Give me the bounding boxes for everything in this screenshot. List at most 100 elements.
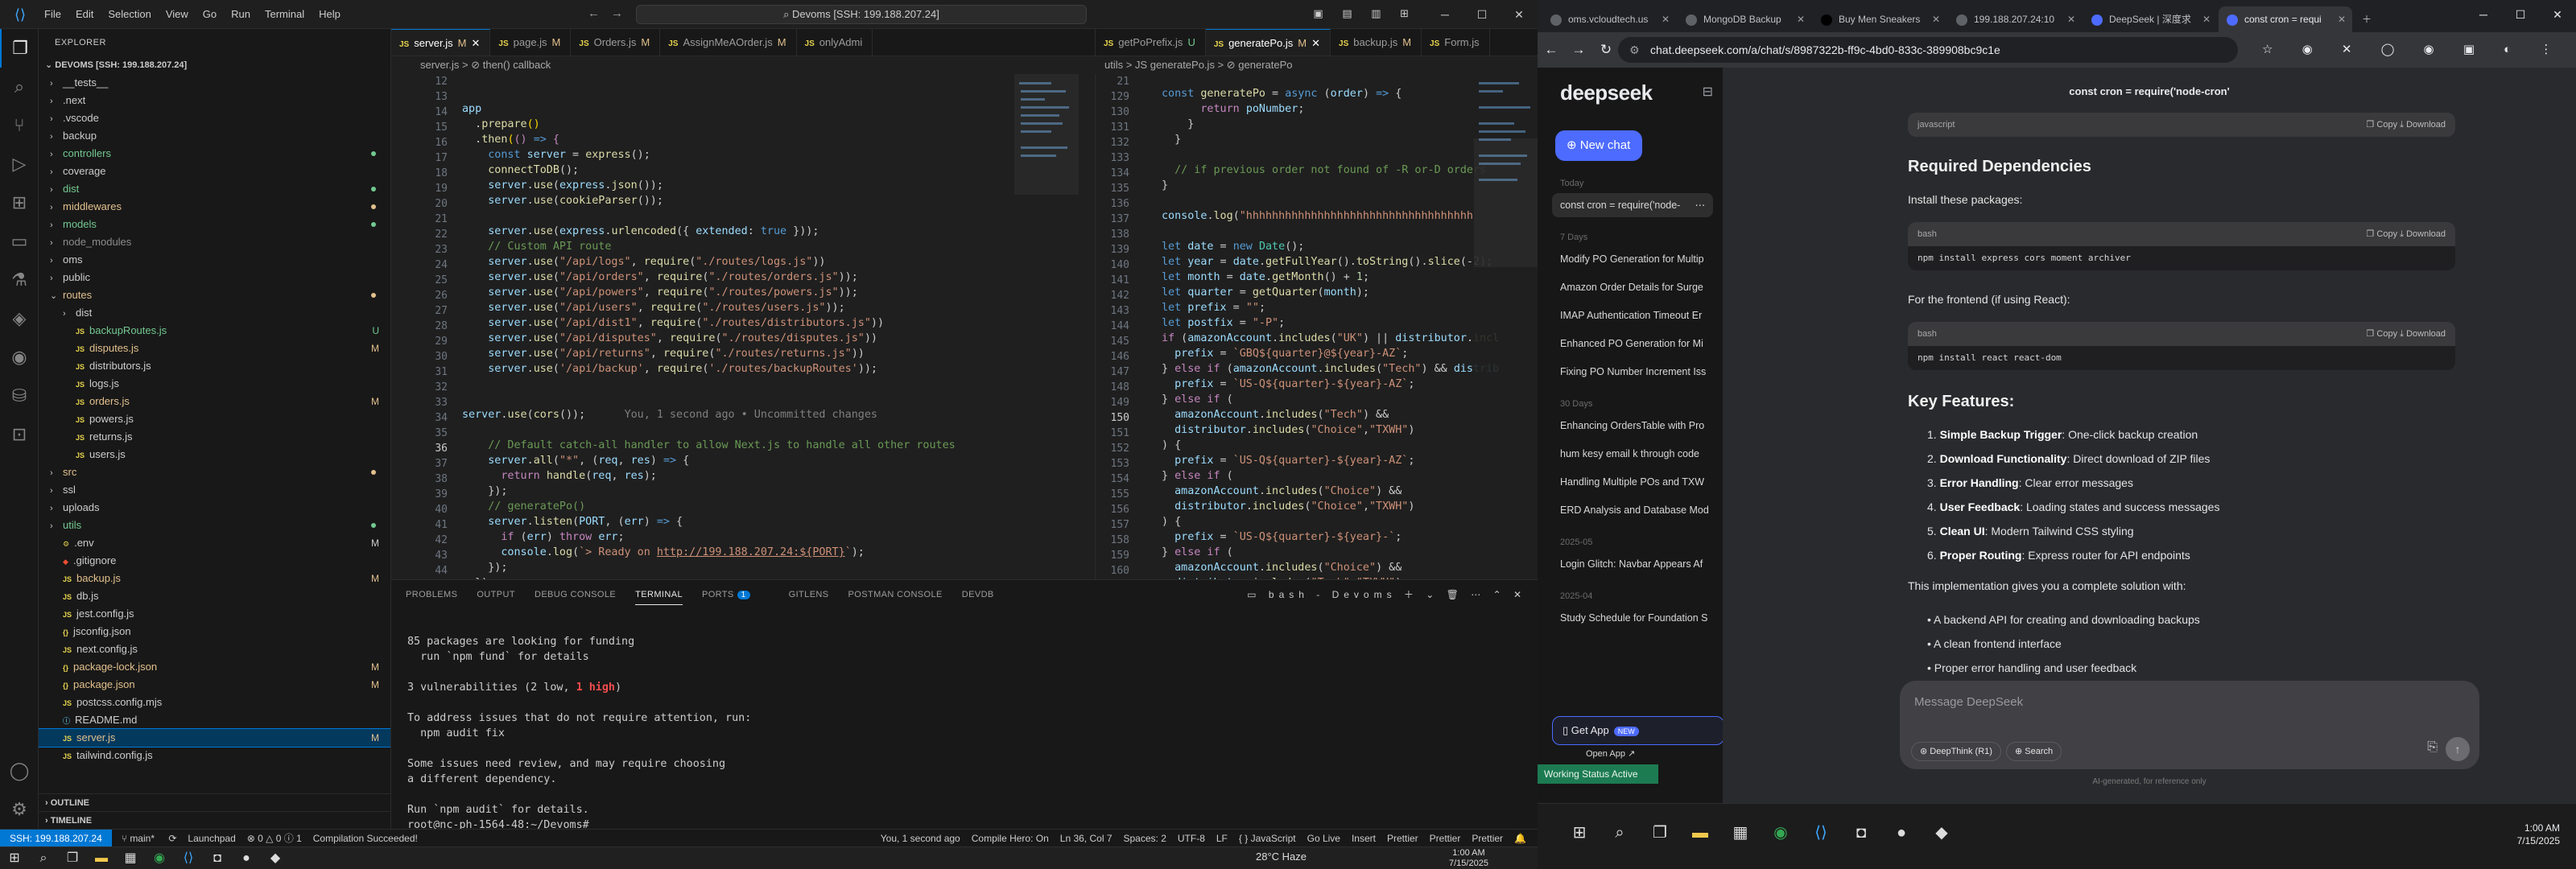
command-center[interactable]: ⌕ Devoms [SSH: 199.188.207.24] [636,5,1087,24]
code-actions[interactable]: ❐ Copy ⤓ Download [2366,222,2446,246]
branch-indicator[interactable]: ⑂ main* ⟳ [122,833,177,844]
panel-tab-problems[interactable]: PROBLEMS [406,590,457,599]
history-item[interactable]: const cron = require('node- ⋯ [1552,193,1713,217]
clock-left[interactable]: 1:00 AM 7/15/2025 [1449,848,1488,869]
tree-item[interactable]: JS logs.js [39,375,390,393]
launchpad-button[interactable]: Launchpad [188,833,235,844]
panel-tab-output[interactable]: OUTPUT [477,590,515,599]
editor-tab[interactable]: JS getPoPrefix.js U [1096,29,1206,56]
tree-item[interactable]: › .vscode [39,109,390,127]
copy-button[interactable]: Copy [2376,329,2397,339]
tree-item[interactable]: › __tests__ [39,74,390,92]
prettier-status-3[interactable]: Prettier [1472,833,1503,844]
minimap-left[interactable] [1014,74,1079,579]
extensions-icon[interactable]: ⊞ [0,183,39,222]
attach-icon[interactable]: ⎘ [2427,740,2438,755]
new-chat-button[interactable]: ⊕ New chat [1555,130,1642,161]
postman-icon[interactable]: ◉ [0,338,39,377]
app-icon-github[interactable]: ● [232,847,261,869]
tree-item[interactable]: › oms [39,251,390,269]
tree-item[interactable]: {} package-lock.json M [39,658,390,676]
close-tab-icon[interactable]: ✕ [1311,37,1320,49]
menu-run[interactable]: Run [224,8,258,20]
tree-item[interactable]: ⚙ .env M [39,534,390,552]
file-explorer-icon[interactable]: ▬ [1684,817,1716,849]
tree-item[interactable]: JS returns.js [39,428,390,446]
history-item[interactable]: Study Schedule for Foundation S [1552,606,1713,630]
menu-edit[interactable]: Edit [68,8,101,20]
panel-tab-terminal[interactable]: TERMINAL [635,590,683,605]
tree-item[interactable]: › utils [39,517,390,534]
tree-item[interactable]: › ssl [39,481,390,499]
start-icon[interactable]: ⊞ [1563,817,1596,849]
history-item[interactable]: IMAP Authentication Timeout Er [1552,303,1713,327]
tree-item[interactable]: › dist [39,304,390,322]
editor-tab[interactable]: JS AssignMeAOrder.js M [660,29,797,56]
tree-item[interactable]: JS next.config.js [39,640,390,658]
forward-icon[interactable]: → [1565,42,1592,58]
go-live-button[interactable]: Go Live [1307,833,1340,844]
tree-item[interactable]: › middlewares [39,198,390,216]
menu-help[interactable]: Help [312,8,348,20]
working-status-banner[interactable]: Working Status Active [1538,764,1658,784]
eol[interactable]: LF [1216,833,1228,844]
editor-tab[interactable]: JS server.js M ✕ [391,29,491,56]
browser-tab[interactable]: oms.vcloudtech.us ✕ [1542,6,1676,32]
reload-icon[interactable]: ↻ [1592,42,1620,58]
search-icon[interactable]: ⌕ [29,847,58,869]
maximize-icon[interactable]: ☐ [1463,0,1501,29]
tree-item[interactable]: JS backup.js M [39,570,390,587]
code-actions[interactable]: ❐ Copy ⤓ Download [2366,113,2446,137]
start-icon[interactable]: ⊞ [0,847,29,869]
deepthink-toggle[interactable]: ⊛ DeepThink (R1) [1911,742,2001,761]
tree-item[interactable]: JS disputes.js M [39,340,390,357]
close-tab-icon[interactable]: ✕ [2202,6,2211,32]
tree-item[interactable]: ◆ .gitignore [39,552,390,570]
app-icon-extra[interactable]: ◆ [261,847,290,869]
history-item[interactable]: Login Glitch: Navbar Appears Af [1552,552,1713,576]
code-server-js[interactable]: app .prepare() .then(() => { const serve… [462,74,956,579]
menu-terminal[interactable]: Terminal [258,8,312,20]
browser-tab[interactable]: 199.188.207.24:10 ✕ [1948,6,2082,32]
tree-item[interactable]: JS distributors.js [39,357,390,375]
layout-controls[interactable]: ▣ ▤ ▥ ⊞ [1313,7,1417,20]
menu-view[interactable]: View [159,8,196,20]
prettier-status-2[interactable]: Prettier [1430,833,1461,844]
minimize-icon[interactable]: ─ [1426,0,1463,29]
menu-selection[interactable]: Selection [101,8,158,20]
download-button[interactable]: Download [2406,329,2446,339]
get-app-button[interactable]: ▯ Get App NEW [1552,716,1724,745]
tree-item[interactable]: {} jsconfig.json [39,623,390,640]
tree-item[interactable]: › public [39,269,390,286]
cursor-position[interactable]: Ln 36, Col 7 [1060,833,1113,844]
browser-tab[interactable]: MongoDB Backup ✕ [1678,6,1811,32]
docker-icon[interactable]: ⊡ [0,415,39,454]
tree-item[interactable]: › backup [39,127,390,145]
tree-item[interactable]: JS server.js M [39,728,390,748]
editor-tab[interactable]: JS Orders.js M [571,29,661,56]
tree-item[interactable]: › coverage [39,163,390,180]
panel-tab-gitlens[interactable]: GITLENS [789,590,829,599]
editor-right[interactable]: 21 129 130 131 132 133 134 135 136 137 138 139 140 14… [1095,74,1538,579]
close-icon[interactable]: ✕ [2539,0,2576,29]
tree-item[interactable]: ⌄ routes [39,286,390,304]
outline-section[interactable]: › OUTLINE [39,793,390,811]
download-button[interactable]: Download [2406,120,2446,130]
close-tab-icon[interactable]: ✕ [471,37,480,49]
close-tab-icon[interactable]: ✕ [1797,6,1805,32]
app-icon-zm[interactable]: ◘ [1845,817,1877,849]
panel-tab-ports[interactable]: PORTS 1 [702,590,770,599]
chrome-icon[interactable]: ◉ [145,847,174,869]
file-explorer-icon[interactable]: ▬ [87,847,116,869]
send-button[interactable]: ↑ [2446,737,2470,761]
remote-explorer-icon[interactable]: ▭ [0,222,39,261]
vscode-icon[interactable]: ⟨⟩ [174,847,203,869]
editor-tab[interactable]: JS Form.js [1422,29,1490,56]
tree-item[interactable]: JS tailwind.config.js [39,747,390,764]
message-input-box[interactable]: Message DeepSeek ⊛ DeepThink (R1) ⊕ Sear… [1900,681,2479,769]
menu-file[interactable]: File [37,8,68,20]
history-item[interactable]: Modify PO Generation for Multip [1552,247,1713,271]
minimap-right[interactable] [1474,74,1538,579]
tree-item[interactable]: › node_modules [39,233,390,251]
close-tab-icon[interactable]: ✕ [2067,6,2075,32]
